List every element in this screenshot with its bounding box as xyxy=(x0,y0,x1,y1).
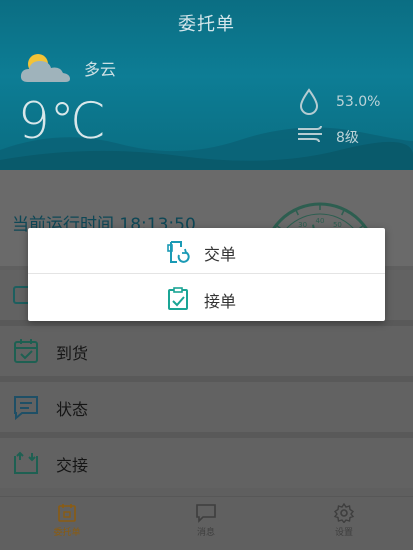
submit-order-option[interactable]: 交单 xyxy=(28,228,385,274)
accept-order-label: 接单 xyxy=(204,292,237,311)
weather-header: 委托单 多云 9℃ 53.0% 8级 xyxy=(0,0,413,170)
submit-order-label: 交单 xyxy=(204,245,237,264)
nav-tab-orders[interactable]: 委托单 xyxy=(27,503,107,538)
menu-label-status: 状态 xyxy=(56,400,89,419)
temperature-value: 9℃ xyxy=(18,92,106,150)
gauge-tick-label: 40 xyxy=(316,217,325,225)
partly-cloudy-icon xyxy=(20,54,70,82)
page-title: 委托单 xyxy=(178,14,235,35)
menu-label-arrival: 到货 xyxy=(56,344,89,363)
menu-item-handover[interactable]: 交接 xyxy=(0,438,413,488)
gauge-tick xyxy=(341,210,345,216)
gear-icon xyxy=(333,503,355,523)
bottom-navigation: 委托单 消息 设置 xyxy=(0,496,413,550)
nav-label-messages: 消息 xyxy=(196,528,215,538)
nav-label-settings: 设置 xyxy=(334,528,353,538)
accept-order-icon xyxy=(168,287,188,310)
nav-label-orders: 委托单 xyxy=(53,528,81,538)
gauge-tick xyxy=(295,210,299,216)
nav-tab-messages[interactable]: 消息 xyxy=(166,503,246,538)
wind-level-value: 8级 xyxy=(336,130,359,146)
submit-order-icon xyxy=(167,241,190,263)
order-icon xyxy=(58,504,76,522)
accept-order-option[interactable]: 接单 xyxy=(28,275,385,321)
menu-item-arrival[interactable]: 到货 xyxy=(0,326,413,376)
nav-tab-settings[interactable]: 设置 xyxy=(304,503,384,538)
humidity-value: 53.0% xyxy=(336,94,381,110)
menu-item-status[interactable]: 状态 xyxy=(0,382,413,432)
menu-label-handover: 交接 xyxy=(56,456,89,475)
message-icon xyxy=(196,504,216,523)
wind-icon xyxy=(298,125,322,143)
handover-icon xyxy=(14,451,38,474)
weather-condition: 多云 xyxy=(84,60,117,79)
message-icon xyxy=(14,396,38,420)
humidity-drop-icon xyxy=(299,88,319,115)
order-action-dialog: 交单 接单 xyxy=(28,228,385,321)
calendar-check-icon xyxy=(14,339,38,363)
